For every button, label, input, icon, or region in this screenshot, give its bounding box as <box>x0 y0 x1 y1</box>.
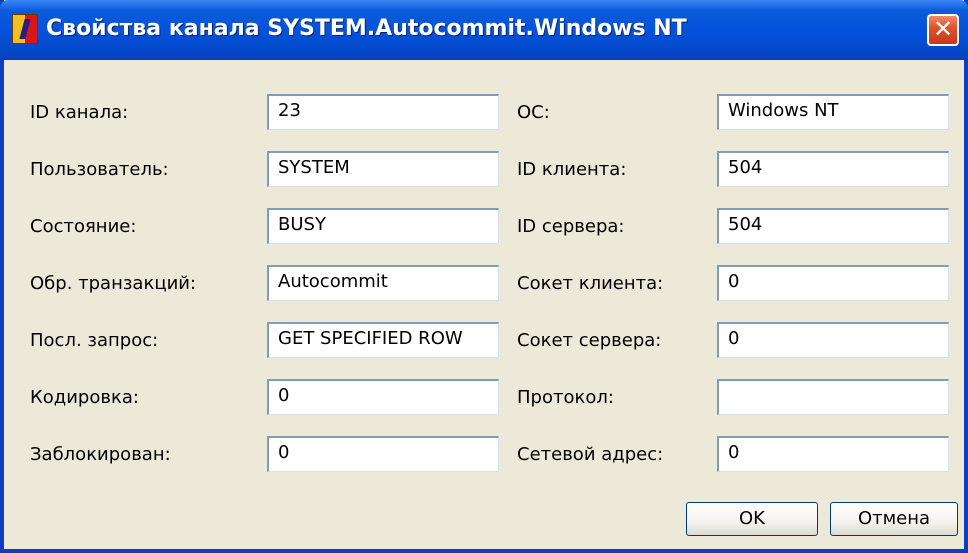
channel-properties-dialog: Свойства канала SYSTEM.Autocommit.Window… <box>0 0 968 553</box>
transaction-mode-label: Обр. транзакций: <box>30 273 197 294</box>
locked-field[interactable]: 0 <box>267 436 499 472</box>
client-id-field[interactable]: 504 <box>717 151 949 187</box>
os-field[interactable]: Windows NT <box>717 94 949 130</box>
protocol-label: Протокол: <box>517 387 614 408</box>
user-field[interactable]: SYSTEM <box>267 151 499 187</box>
client-socket-field[interactable]: 0 <box>717 265 949 301</box>
os-label: ОС: <box>517 102 550 123</box>
server-id-field[interactable]: 504 <box>717 208 949 244</box>
title-bar[interactable]: Свойства канала SYSTEM.Autocommit.Window… <box>0 0 968 60</box>
last-request-label: Посл. запрос: <box>30 330 159 351</box>
encoding-field[interactable]: 0 <box>267 379 499 415</box>
user-label: Пользователь: <box>30 159 169 180</box>
server-socket-field[interactable]: 0 <box>717 322 949 358</box>
window-title: Свойства канала SYSTEM.Autocommit.Window… <box>46 16 687 41</box>
encoding-label: Кодировка: <box>30 387 139 408</box>
locked-label: Заблокирован: <box>30 444 171 465</box>
cancel-button[interactable]: Отмена <box>830 502 958 536</box>
server-id-label: ID сервера: <box>517 216 625 237</box>
close-button[interactable]: ✕ <box>927 14 959 46</box>
server-socket-label: Сокет сервера: <box>517 330 662 351</box>
network-address-field[interactable]: 0 <box>717 436 949 472</box>
ok-button[interactable]: OK <box>686 502 818 536</box>
last-request-field[interactable]: GET SPECIFIED ROW <box>267 322 499 358</box>
network-address-label: Сетевой адрес: <box>517 444 664 465</box>
protocol-field[interactable] <box>717 379 949 415</box>
app-icon <box>12 14 38 44</box>
state-label: Состояние: <box>30 216 137 237</box>
channel-id-label: ID канала: <box>30 102 129 123</box>
client-socket-label: Сокет клиента: <box>517 273 664 294</box>
channel-id-field[interactable]: 23 <box>267 94 499 130</box>
client-id-label: ID клиента: <box>517 159 627 180</box>
transaction-mode-field[interactable]: Autocommit <box>267 265 499 301</box>
state-field[interactable]: BUSY <box>267 208 499 244</box>
